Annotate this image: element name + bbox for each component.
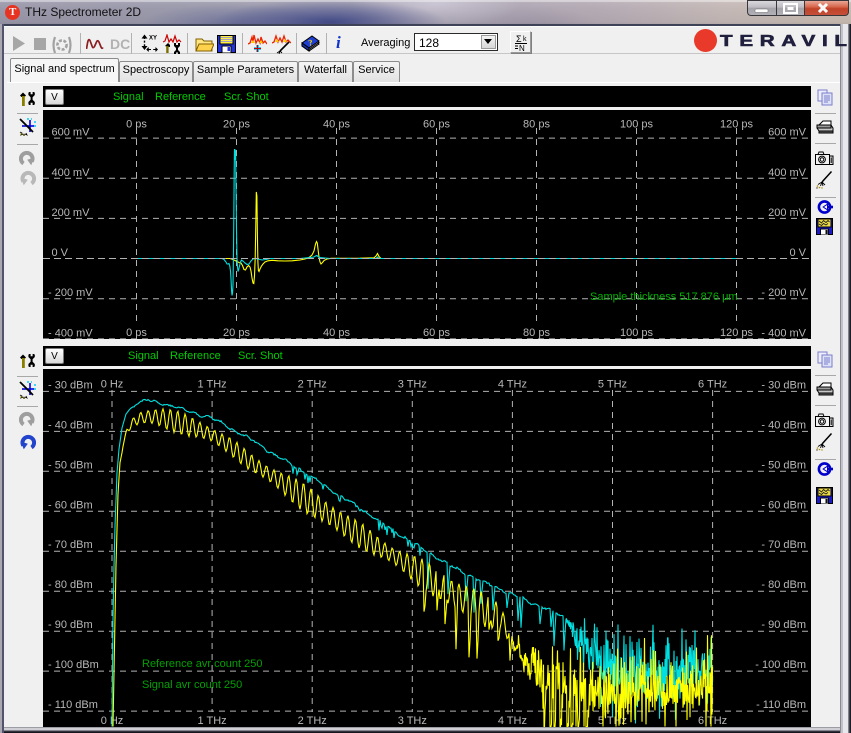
svg-text:- 110 dBm: - 110 dBm bbox=[48, 699, 98, 711]
svg-text:0 Hz: 0 Hz bbox=[101, 379, 124, 391]
svg-text:20 ps: 20 ps bbox=[223, 327, 250, 339]
svg-text:- 50 dBm: - 50 dBm bbox=[761, 459, 806, 471]
svg-text:2 THz: 2 THz bbox=[298, 715, 327, 727]
svg-text:0 V: 0 V bbox=[789, 247, 806, 259]
svg-text:- 50 dBm: - 50 dBm bbox=[48, 459, 93, 471]
svg-text:- 60 dBm: - 60 dBm bbox=[48, 499, 93, 511]
svg-text:80 ps: 80 ps bbox=[523, 327, 550, 339]
svg-text:100 ps: 100 ps bbox=[620, 119, 654, 131]
svg-text:- 40 dBm: - 40 dBm bbox=[761, 419, 806, 431]
svg-text:60 ps: 60 ps bbox=[423, 119, 450, 131]
svg-text:k: k bbox=[523, 36, 527, 43]
svg-text:20 ps: 20 ps bbox=[223, 119, 250, 131]
svg-text:400 mV: 400 mV bbox=[768, 167, 807, 179]
svg-text:- 200 mV: - 200 mV bbox=[48, 287, 93, 299]
svg-text:- 100 dBm: - 100 dBm bbox=[48, 659, 99, 671]
svg-text:- 110 dBm: - 110 dBm bbox=[756, 699, 806, 711]
svg-text:80 ps: 80 ps bbox=[523, 119, 550, 131]
svg-text:- 40 dBm: - 40 dBm bbox=[48, 419, 93, 431]
svg-text:- 100 dBm: - 100 dBm bbox=[755, 659, 806, 671]
svg-text:XY: XY bbox=[149, 36, 157, 42]
svg-text:- 90 dBm: - 90 dBm bbox=[48, 619, 93, 631]
svg-text:Signal avr count 250: Signal avr count 250 bbox=[142, 679, 242, 691]
svg-text:60 ps: 60 ps bbox=[423, 327, 450, 339]
svg-text:200 mV: 200 mV bbox=[52, 207, 91, 219]
svg-text:1 THz: 1 THz bbox=[198, 715, 227, 727]
svg-text:40 ps: 40 ps bbox=[323, 327, 350, 339]
svg-text:0 V: 0 V bbox=[52, 247, 69, 259]
svg-text:6 THz: 6 THz bbox=[698, 379, 727, 391]
svg-text:- 400 mV: - 400 mV bbox=[48, 327, 93, 339]
svg-text:0 ps: 0 ps bbox=[126, 327, 147, 339]
svg-text:0 ps: 0 ps bbox=[126, 119, 147, 131]
svg-text:120 ps: 120 ps bbox=[720, 327, 754, 339]
svg-text:- 70 dBm: - 70 dBm bbox=[48, 539, 93, 551]
svg-text:- 30 dBm: - 30 dBm bbox=[761, 379, 806, 391]
svg-text:- 80 dBm: - 80 dBm bbox=[761, 579, 806, 591]
svg-text:- 400 mV: - 400 mV bbox=[761, 327, 806, 339]
svg-text:Σ: Σ bbox=[516, 34, 522, 44]
svg-text:40 ps: 40 ps bbox=[323, 119, 350, 131]
svg-text:- 80 dBm: - 80 dBm bbox=[48, 579, 93, 591]
svg-text:6 THz: 6 THz bbox=[698, 715, 727, 727]
svg-text:600 mV: 600 mV bbox=[768, 127, 807, 139]
svg-text:- 60 dBm: - 60 dBm bbox=[761, 499, 806, 511]
svg-text:3 THz: 3 THz bbox=[398, 379, 427, 391]
svg-text:- 70 dBm: - 70 dBm bbox=[761, 539, 806, 551]
svg-text:2 THz: 2 THz bbox=[298, 379, 327, 391]
svg-text:4 THz: 4 THz bbox=[498, 715, 527, 727]
svg-text:Reference avr count 250: Reference avr count 250 bbox=[142, 658, 262, 670]
svg-text:4 THz: 4 THz bbox=[498, 379, 527, 391]
svg-text:- 30 dBm: - 30 dBm bbox=[48, 379, 93, 391]
svg-text:- 90 dBm: - 90 dBm bbox=[761, 619, 806, 631]
svg-text:600 mV: 600 mV bbox=[52, 127, 91, 139]
svg-text:100 ps: 100 ps bbox=[620, 327, 654, 339]
svg-text:1 THz: 1 THz bbox=[198, 379, 227, 391]
svg-text:N: N bbox=[519, 44, 525, 53]
svg-text:Sample thickness 517.876 μm: Sample thickness 517.876 μm bbox=[590, 291, 738, 303]
svg-text:400 mV: 400 mV bbox=[52, 167, 91, 179]
svg-text:200 mV: 200 mV bbox=[768, 207, 807, 219]
svg-text:5 THz: 5 THz bbox=[598, 379, 627, 391]
svg-text:- 200 mV: - 200 mV bbox=[761, 287, 806, 299]
svg-text:3 THz: 3 THz bbox=[398, 715, 427, 727]
svg-text:120 ps: 120 ps bbox=[720, 119, 754, 131]
